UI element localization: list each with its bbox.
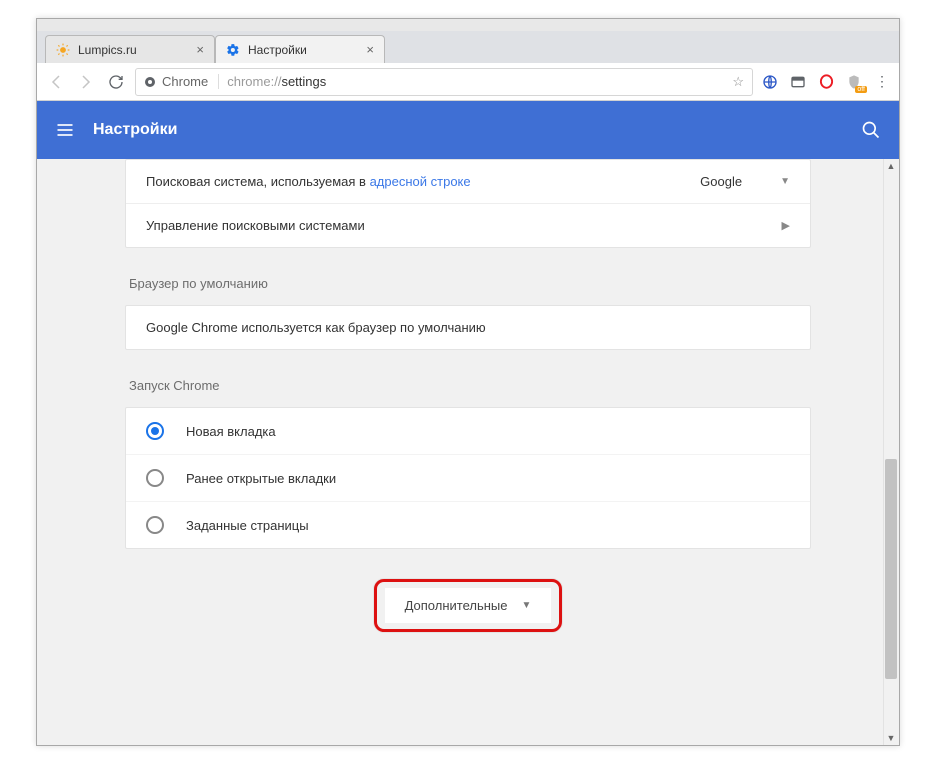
radio-label: Заданные страницы [186, 518, 309, 533]
caret-down-icon: ▼ [780, 176, 790, 187]
off-badge-label: off [855, 86, 867, 93]
tab-label: Lumpics.ru [78, 43, 137, 57]
radio-icon[interactable] [146, 516, 164, 534]
dropdown-value: Google [700, 174, 742, 189]
bookmark-star-icon[interactable]: ☆ [732, 74, 744, 90]
browser-window: Lumpics.ru × Настройки × Chrome chrome:/… [36, 18, 900, 746]
address-bar-link[interactable]: адресной строке [370, 174, 471, 189]
sun-icon [56, 43, 70, 57]
gear-icon [226, 43, 240, 57]
reload-button[interactable] [105, 71, 127, 93]
radio-label: Новая вкладка [186, 424, 276, 439]
startup-options: Новая вкладка Ранее открытые вкладки Зад… [125, 407, 811, 549]
default-browser-row: Google Chrome используется как браузер п… [126, 306, 810, 349]
close-icon[interactable]: × [366, 42, 374, 57]
search-engine-label: Поисковая система, используемая в адресн… [146, 174, 471, 189]
url-text: chrome://settings [227, 74, 326, 89]
caret-down-icon: ▼ [522, 600, 532, 611]
chevron-right-icon: ▶ [782, 219, 790, 232]
off-badge-icon[interactable]: off [845, 73, 863, 91]
settings-header: Настройки [37, 101, 899, 159]
startup-option-continue[interactable]: Ранее открытые вкладки [126, 454, 810, 501]
tab-label: Настройки [248, 43, 307, 57]
titlebar[interactable] [37, 19, 899, 31]
back-button[interactable] [45, 71, 67, 93]
startup-option-specific[interactable]: Заданные страницы [126, 501, 810, 548]
chrome-chip: Chrome [144, 74, 219, 89]
extensions-row: off ⋮ [761, 73, 891, 91]
scroll-down-icon[interactable]: ▼ [885, 731, 897, 745]
default-browser-section-label: Браузер по умолчанию [129, 276, 811, 291]
default-browser-text: Google Chrome используется как браузер п… [146, 320, 486, 335]
radio-icon[interactable] [146, 469, 164, 487]
close-icon[interactable]: × [196, 42, 204, 57]
scroll-up-icon[interactable]: ▲ [885, 159, 897, 173]
advanced-label: Дополнительные [405, 598, 508, 613]
opera-icon[interactable] [817, 73, 835, 91]
advanced-button[interactable]: Дополнительные ▼ [385, 588, 552, 623]
menu-dots-icon[interactable]: ⋮ [873, 73, 891, 91]
tab-lumpics[interactable]: Lumpics.ru × [45, 35, 215, 63]
startup-option-new-tab[interactable]: Новая вкладка [126, 408, 810, 454]
startup-section-label: Запуск Chrome [129, 378, 811, 393]
scrollbar-track[interactable]: ▲ ▼ [883, 159, 899, 745]
toolbar: Chrome chrome://settings ☆ off ⋮ [37, 63, 899, 101]
page-title: Настройки [93, 121, 177, 139]
tab-strip: Lumpics.ru × Настройки × [37, 31, 899, 63]
tab-settings[interactable]: Настройки × [215, 35, 385, 63]
search-icon[interactable] [861, 120, 881, 140]
address-bar[interactable]: Chrome chrome://settings ☆ [135, 68, 753, 96]
extension-panel-icon[interactable] [789, 73, 807, 91]
manage-search-label: Управление поисковыми системами [146, 218, 365, 233]
hamburger-icon[interactable] [55, 120, 75, 140]
forward-button[interactable] [75, 71, 97, 93]
search-engine-dropdown[interactable]: Google ▼ [700, 174, 790, 189]
settings-content: Поисковая система, используемая в адресн… [37, 159, 899, 745]
search-engine-row[interactable]: Поисковая система, используемая в адресн… [126, 160, 810, 203]
radio-label: Ранее открытые вкладки [186, 471, 336, 486]
scrollbar-thumb[interactable] [885, 459, 897, 679]
globe-icon[interactable] [761, 73, 779, 91]
manage-search-engines-row[interactable]: Управление поисковыми системами ▶ [126, 203, 810, 247]
radio-icon[interactable] [146, 422, 164, 440]
advanced-highlight: Дополнительные ▼ [374, 579, 563, 632]
chip-label: Chrome [162, 74, 208, 89]
